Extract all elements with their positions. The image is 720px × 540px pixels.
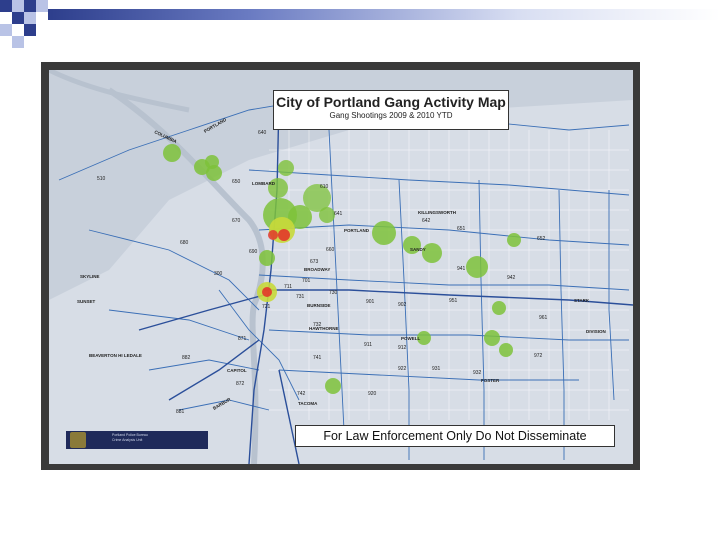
hotspot-high [262, 287, 272, 297]
bullet-square-5 [12, 12, 24, 24]
street-label: SUNSET [77, 299, 96, 304]
bullet-square-6 [24, 12, 36, 24]
hotspot [372, 221, 396, 245]
district-label: 882 [182, 355, 191, 361]
district-label: 610 [320, 184, 329, 190]
street-label: HAWTHORNE [309, 326, 339, 331]
hotspot [422, 243, 442, 263]
street-label: TACOMA [298, 401, 318, 406]
hotspot-high [278, 229, 290, 241]
district-label: 901 [366, 299, 375, 305]
district-label: 872 [236, 381, 245, 387]
bullet-square-4 [36, 0, 48, 12]
district-label: 701 [302, 278, 311, 284]
hotspot [325, 378, 341, 394]
district-label: 942 [507, 275, 516, 281]
bullet-square-3 [24, 0, 36, 12]
district-label: 730 [329, 290, 338, 296]
badge-line-2: Crime Analysis Unit [112, 438, 143, 442]
district-label: 972 [534, 353, 543, 359]
street-label: CAPITOL [227, 368, 247, 373]
map-subtitle: Gang Shootings 2009 & 2010 YTD [329, 111, 453, 120]
map-title-box: City of Portland Gang Activity Map Gang … [273, 90, 509, 130]
district-label: 881 [176, 409, 185, 415]
district-label: 742 [297, 391, 306, 397]
street-label: SANDY [410, 247, 426, 252]
police-bureau-badge: Portland Police Bureau Crime Analysis Un… [66, 431, 208, 449]
street-label: FOSTER [481, 378, 500, 383]
hotspot-high [268, 230, 278, 240]
street-label: BARBUR [212, 396, 232, 410]
hotspot [484, 330, 500, 346]
hotspot [466, 256, 488, 278]
district-label: 711 [284, 284, 292, 290]
district-label: 650 [232, 179, 241, 185]
street-label: POWELL [401, 336, 420, 341]
hotspot [163, 144, 181, 162]
district-label: 660 [326, 247, 335, 253]
hotspot [492, 301, 506, 315]
district-label: 670 [232, 218, 241, 224]
district-label: 651 [457, 226, 466, 232]
street-label: STARK [574, 298, 590, 303]
district-label: 912 [398, 345, 407, 351]
district-label: 741 [313, 355, 322, 361]
district-label: 932 [473, 370, 482, 376]
district-label: 951 [449, 298, 458, 304]
street-label: BURNSIDE [307, 303, 331, 308]
disclaimer-box: For Law Enforcement Only Do Not Dissemin… [295, 425, 615, 447]
gang-activity-map: 510 640 650 670 680 610 641 642 651 652 … [49, 70, 633, 464]
street-label: SKYLINE [80, 274, 100, 279]
bullet-square-7 [0, 24, 12, 36]
street-grid [269, 130, 629, 420]
hotspots [163, 144, 521, 394]
street-label: BROADWAY [304, 267, 330, 272]
district-label: 931 [432, 366, 441, 372]
bullet-square-9 [12, 36, 24, 48]
district-label: 510 [97, 176, 106, 182]
hotspot [278, 160, 294, 176]
hotspot [206, 165, 222, 181]
district-label: 680 [180, 240, 189, 246]
badge-text: Portland Police Bureau Crime Analysis Un… [112, 433, 148, 443]
district-label: 690 [249, 249, 258, 255]
street-label: DIVISION [586, 329, 606, 334]
hotspot [259, 250, 275, 266]
district-label: 922 [398, 366, 407, 372]
district-label: 941 [457, 266, 466, 272]
street-label: BEAVERTON HI LEDALE [89, 353, 142, 358]
district-label: 911 [364, 342, 372, 348]
district-label: 640 [258, 130, 267, 136]
map-title: City of Portland Gang Activity Map [276, 94, 506, 110]
bullet-square-1 [0, 0, 12, 12]
district-label: 652 [537, 236, 546, 242]
street-label: KILLINGSWORTH [418, 210, 456, 215]
district-label: 902 [398, 302, 407, 308]
hotspot [499, 343, 513, 357]
district-label: 721 [262, 304, 271, 310]
police-seal-icon [70, 432, 86, 448]
district-label: 642 [422, 218, 431, 224]
header-bar [48, 9, 720, 20]
hotspot [507, 233, 521, 247]
district-label: 920 [368, 391, 377, 397]
district-label: 731 [296, 294, 305, 300]
district-label: 871 [238, 336, 247, 342]
district-label: 300 [214, 271, 223, 277]
bullet-square-2 [12, 0, 24, 12]
district-label: 961 [539, 315, 548, 321]
street-label: LOMBARD [252, 181, 276, 186]
district-label: 641 [334, 211, 343, 217]
hotspot [319, 207, 335, 223]
street-label: PORTLAND [344, 228, 370, 233]
bullet-square-8 [24, 24, 36, 36]
district-label: 673 [310, 259, 319, 265]
